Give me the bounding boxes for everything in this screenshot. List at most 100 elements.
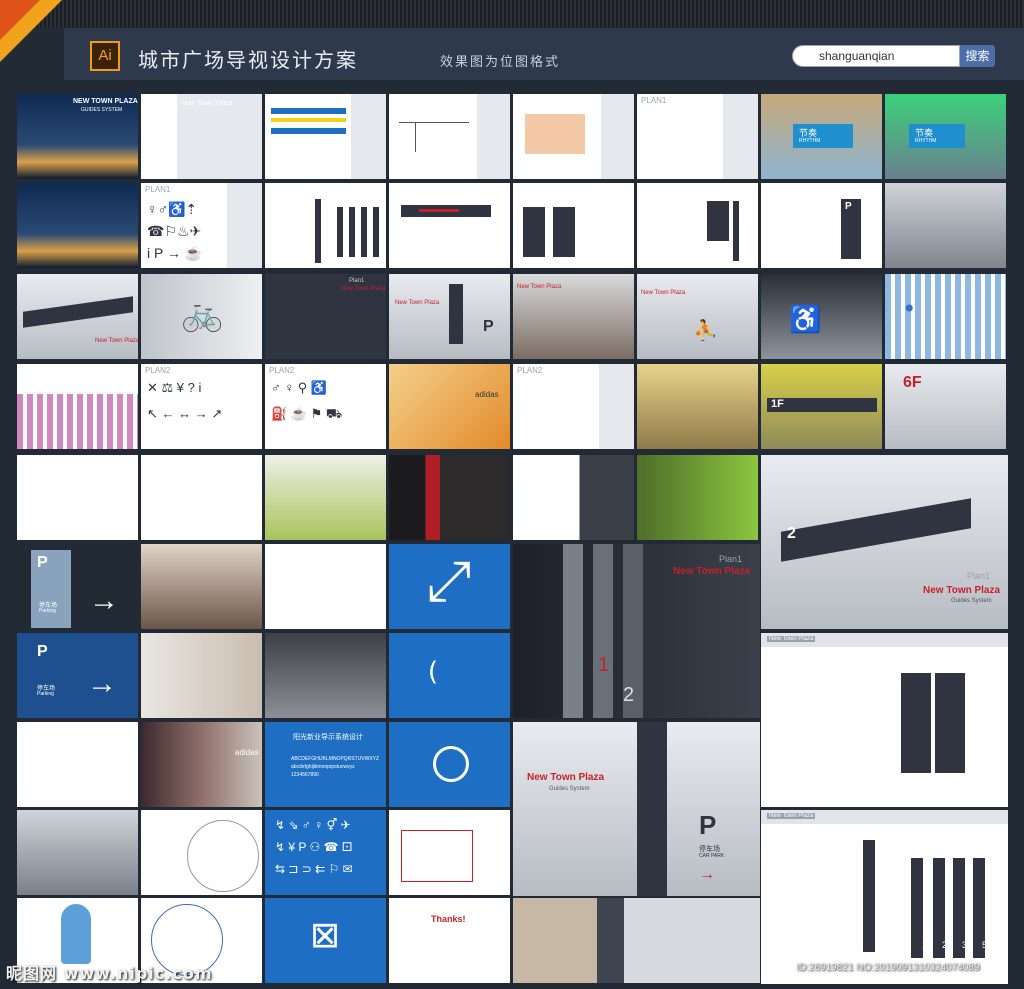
- thumbnail-site-plan-2[interactable]: [141, 455, 262, 540]
- thumbnail-ceiling-strip[interactable]: [265, 633, 386, 718]
- thumbnail-wall-panel[interactable]: [141, 633, 262, 718]
- thumbnail-site-plan[interactable]: [17, 455, 138, 540]
- thumbnail-arc-icon[interactable]: (: [389, 633, 510, 718]
- totem: [863, 840, 875, 952]
- icon-row: ↯ ⇘ ♂ ♀ ⚥ ✈: [275, 818, 351, 832]
- thumbnail-sketches[interactable]: [265, 544, 386, 629]
- thumbnail-mall-corridor[interactable]: [141, 544, 262, 629]
- thumbnail-totem-elevation[interactable]: New Town Plaza 1 2 3 5: [761, 810, 1008, 984]
- thumbnail-cover[interactable]: NEW TOWN PLAZA GUIDES SYSTEM: [17, 94, 138, 179]
- sign-face: [553, 207, 575, 257]
- panel: [601, 94, 634, 179]
- thumbnail-expand-icon[interactable]: ⤢: [389, 544, 510, 629]
- thumbnail-6f-wall[interactable]: 6F: [885, 364, 1006, 449]
- font-sample: ABCDEFGHIJKLMNOPQRSTUVWXYZ: [291, 756, 380, 762]
- cover-subtitle: GUIDES SYSTEM: [81, 107, 123, 113]
- table-row: [271, 108, 346, 114]
- totem-number: 1: [598, 654, 610, 676]
- thumbnail-plan2-icons-2[interactable]: PLAN2 ♂ ♀ ⚲ ♿ ⛽ ☕ ⚑ ⛟: [265, 364, 386, 449]
- thumbnail-escalator-people[interactable]: [17, 810, 138, 895]
- thumbnail-circle-diagram[interactable]: [141, 810, 262, 895]
- plan-outline: [401, 830, 473, 882]
- panel: [723, 94, 758, 179]
- floor-label: 1F: [771, 398, 784, 410]
- thumbnail-adidas-store[interactable]: adidas: [141, 722, 262, 807]
- thumbnail-rhythm-collage[interactable]: 节奏 RHYTHM: [761, 94, 882, 179]
- plan-label: PLAN2: [517, 366, 543, 375]
- figure-icon: [61, 904, 91, 964]
- thumbnail-contents[interactable]: New Town Plaza: [141, 94, 262, 179]
- table-row: [271, 118, 346, 122]
- thumbnail-blue-mosaic[interactable]: [885, 274, 1006, 359]
- thumbnail-accessible-wall[interactable]: ♿: [761, 274, 882, 359]
- thumbnail-plan2-icons[interactable]: PLAN2 ✕ ⚖ ¥ ? i ↖ ← ↔ → ↗: [141, 364, 262, 449]
- thumbnail-escalator[interactable]: [885, 183, 1006, 268]
- thumbnail-purple-mosaic[interactable]: [17, 364, 138, 449]
- arrow-right-icon: →: [699, 866, 715, 883]
- font-title: 阳光新业导示系统设计: [293, 734, 363, 741]
- thumbnail-rhythm-collage-2[interactable]: 节奏 RHYTHM: [885, 94, 1006, 179]
- floor-number: 2: [787, 525, 796, 542]
- thumbnail-1f-sign[interactable]: 1F: [761, 364, 882, 449]
- totem-number: 3: [962, 940, 968, 950]
- tile-subtitle: Guides System: [549, 786, 590, 792]
- panel: [599, 364, 634, 449]
- parking-icon: P: [37, 554, 48, 571]
- sign-board: [901, 673, 931, 773]
- thumbnail-circle-icon[interactable]: [389, 722, 510, 807]
- thumbnail-floorplan[interactable]: [389, 94, 510, 179]
- thumbnail-parking-pylon-large[interactable]: New Town Plaza Guides System P 停车场 CAR P…: [513, 722, 760, 896]
- sign-pole: [373, 207, 379, 257]
- thumbnail-totem-render[interactable]: Plan1 New Town Plaza: [265, 274, 386, 359]
- tile-title: New Town Plaza: [767, 636, 816, 642]
- thumbnail-close-icon[interactable]: ⊠: [265, 898, 386, 983]
- thumbnail-stairs-wall[interactable]: New Town Plaza ⛹: [637, 274, 758, 359]
- rhythm-label-en: RHYTHM: [799, 138, 821, 144]
- thumbnail-bicycle-wall[interactable]: 🚲: [141, 274, 262, 359]
- thumbnail-brick-sign[interactable]: New Town Plaza: [513, 274, 634, 359]
- thumbnail-floorplan-red[interactable]: [389, 810, 510, 895]
- thumbnail-sightline[interactable]: [17, 722, 138, 807]
- arc-icon: (: [427, 657, 439, 687]
- tile-title: New Town Plaza: [673, 566, 751, 577]
- thumbnail-typeface[interactable]: 阳光新业导示系统设计 ABCDEFGHIJKLMNOPQRSTUVWXYZ ab…: [265, 722, 386, 807]
- plan-label: PLAN1: [145, 185, 171, 194]
- thumbnail-adidas-mosaic[interactable]: adidas: [389, 364, 510, 449]
- thumbnail-skyline[interactable]: [17, 183, 138, 268]
- pictogram-row: ✕ ⚖ ¥ ? i: [147, 380, 202, 395]
- thumbnail-icon-set[interactable]: ↯ ⇘ ♂ ♀ ⚥ ✈ ↯ ¥ P ⚇ ☎ ⚀ ⇆ ⊐ ⊃ ⇇ ⚐ ✉: [265, 810, 386, 895]
- thumbnail-floorplan-color[interactable]: [513, 94, 634, 179]
- thumbnail-escalator-render[interactable]: [513, 898, 760, 983]
- thumbnail-sign-faces[interactable]: [513, 183, 634, 268]
- sign-face: [523, 207, 545, 257]
- thumbnail-pictograms[interactable]: PLAN1 ♀♂♿⇡ ☎⚐♨✈ i P → ☕: [141, 183, 262, 268]
- thumbnail-ceiling-sign[interactable]: New Town Plaza P: [389, 274, 510, 359]
- thumbnail-restroom-door[interactable]: [389, 455, 510, 540]
- parking-label-en: Parking: [39, 608, 56, 614]
- thumbnail-woman-railing[interactable]: [637, 364, 758, 449]
- rhythm-label-en: RHYTHM: [915, 138, 937, 144]
- thumbnail-taxi-wall[interactable]: [637, 455, 758, 540]
- icon-row: ⇆ ⊐ ⊃ ⇇ ⚐ ✉: [275, 862, 353, 876]
- thumbnail-elevation-drawing[interactable]: New Town Plaza: [761, 633, 1008, 807]
- circle-diagram: [187, 820, 259, 892]
- watermark-site: 昵图网 www.nipic.com: [6, 964, 213, 983]
- thumbnail-parking-sign-blue[interactable]: P 停车场 Parking →: [17, 633, 138, 718]
- thumbnail-parking-sign[interactable]: P 停车场 Parking →: [17, 544, 138, 629]
- panel: [351, 94, 386, 179]
- thumbnail-blue-tiles[interactable]: [513, 455, 634, 540]
- hanging-sign: [23, 296, 133, 328]
- thumbnail-thanks[interactable]: Thanks!: [389, 898, 510, 983]
- thumbnail-parking-pylon[interactable]: P: [761, 183, 882, 268]
- thumbnail-sign-poles[interactable]: [265, 183, 386, 268]
- thumbnail-hanging-sign-large[interactable]: 2 Plan1 New Town Plaza Guides System: [761, 455, 1008, 629]
- thumbnail-table[interactable]: [265, 94, 386, 179]
- thumbnail-corridor-green[interactable]: [265, 455, 386, 540]
- thumbnail-hanging-sign[interactable]: [389, 183, 510, 268]
- thumbnail-plan1-text[interactable]: PLAN1: [637, 94, 758, 179]
- sign-board: [935, 673, 965, 773]
- thumbnail-hanging-sign-render[interactable]: New Town Plaza: [17, 274, 138, 359]
- thumbnail-sign-elevation[interactable]: [637, 183, 758, 268]
- thumbnail-plan2-text[interactable]: PLAN2: [513, 364, 634, 449]
- thumbnail-totem-large[interactable]: Plan1 New Town Plaza 1 2: [513, 544, 760, 718]
